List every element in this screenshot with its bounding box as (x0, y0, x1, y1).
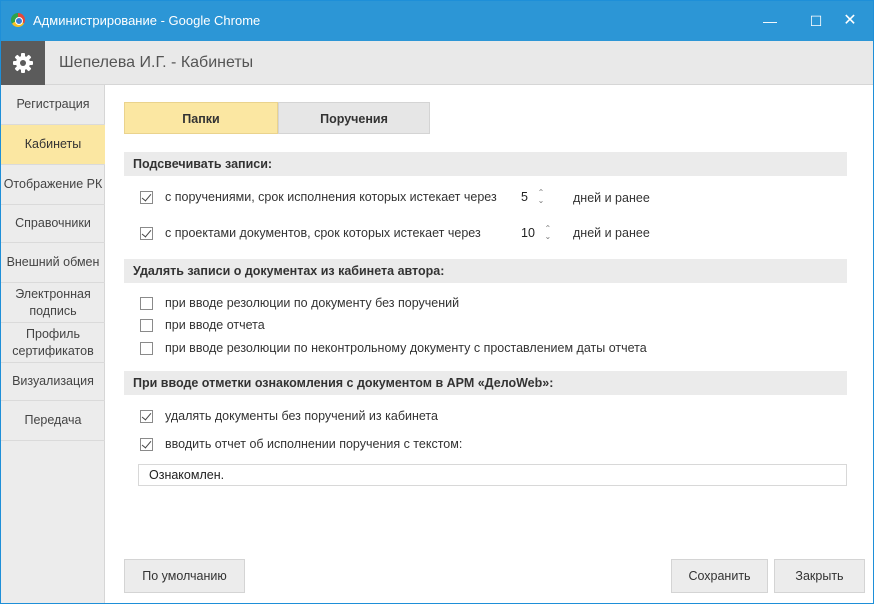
ack-delete-docs-checkbox[interactable] (140, 409, 153, 423)
section-delete-header: Удалять записи о документах из кабинета … (124, 259, 847, 283)
assignments-days-stepper[interactable]: 5 ⌃ ⌄ (521, 186, 546, 208)
sidebar-item-cert-profile[interactable]: Профиль сертификатов (1, 323, 105, 363)
section-highlight-header: Подсвечивать записи: (124, 152, 847, 176)
ack-row-delete-docs: удалять документы без поручений из кабин… (140, 406, 438, 426)
highlight-assignments-label: с поручениями, срок исполнения которых и… (165, 190, 497, 204)
assignments-days-suffix: дней и ранее (573, 191, 650, 205)
section-ack-header: При вводе отметки ознакомления с докумен… (124, 371, 847, 395)
sidebar-item-transfer[interactable]: Передача (1, 401, 105, 441)
delete-resolution-label: при вводе резолюции по документу без пор… (165, 296, 460, 310)
highlight-assignments-checkbox[interactable] (140, 190, 153, 204)
window-title: Администрирование - Google Chrome (33, 13, 261, 28)
ack-report-text-label: вводить отчет об исполнении поручения с … (165, 437, 463, 451)
highlight-row-assignments: с поручениями, срок исполнения которых и… (140, 187, 497, 207)
ack-report-text-checkbox[interactable] (140, 437, 153, 451)
projects-days-stepper[interactable]: 10 ⌃ ⌄ (521, 222, 553, 244)
report-text-input[interactable]: Ознакомлен. (138, 464, 847, 486)
window-titlebar: Администрирование - Google Chrome — ☐ ✕ (1, 1, 873, 41)
projects-days-value: 10 (521, 226, 535, 240)
projects-days-suffix: дней и ранее (573, 226, 650, 240)
close-window-button[interactable]: ✕ (827, 1, 873, 41)
highlight-projects-checkbox[interactable] (140, 226, 153, 240)
delete-resolution-checkbox[interactable] (140, 296, 153, 310)
tab-bar: Папки Поручения (124, 102, 430, 134)
sidebar-item-visualization[interactable]: Визуализация (1, 363, 105, 401)
delete-row-report: при вводе отчета (140, 315, 265, 335)
delete-report-label: при вводе отчета (165, 318, 265, 332)
browser-window: Администрирование - Google Chrome — ☐ ✕ … (0, 0, 874, 604)
spinner-arrows-icon[interactable]: ⌃ ⌄ (543, 225, 553, 241)
ack-delete-docs-label: удалять документы без поручений из кабин… (165, 409, 438, 423)
highlight-projects-label: с проектами документов, срок которых ист… (165, 226, 481, 240)
delete-row-noncontrol: при вводе резолюции по неконтрольному до… (140, 338, 647, 358)
delete-report-checkbox[interactable] (140, 318, 153, 332)
spinner-arrows-icon[interactable]: ⌃ ⌄ (536, 189, 546, 205)
tab-assignments[interactable]: Поручения (278, 102, 430, 134)
sidebar-item-registration[interactable]: Регистрация (1, 85, 105, 125)
sidebar-item-rk-display[interactable]: Отображение РК (1, 165, 105, 205)
default-button[interactable]: По умолчанию (124, 559, 245, 593)
sidebar-item-cabinets[interactable]: Кабинеты (1, 125, 105, 165)
delete-noncontrol-label: при вводе резолюции по неконтрольному до… (165, 341, 647, 355)
sidebar-item-external-exchange[interactable]: Внешний обмен (1, 243, 105, 283)
tab-folders[interactable]: Папки (124, 102, 278, 134)
main-panel: Папки Поручения Подсвечивать записи: с п… (106, 85, 873, 603)
sidebar-item-e-signature[interactable]: Электронная подпись (1, 283, 105, 323)
save-button[interactable]: Сохранить (671, 559, 768, 593)
highlight-row-projects: с проектами документов, срок которых ист… (140, 223, 481, 243)
gear-icon (13, 53, 33, 73)
ack-row-report-text: вводить отчет об исполнении поручения с … (140, 434, 462, 454)
delete-row-resolution: при вводе резолюции по документу без пор… (140, 293, 459, 313)
settings-menu-button[interactable] (1, 41, 45, 85)
assignments-days-value: 5 (521, 190, 528, 204)
sidebar-item-references[interactable]: Справочники (1, 205, 105, 243)
minimize-button[interactable]: — (747, 1, 793, 41)
chrome-icon (11, 13, 25, 27)
delete-noncontrol-checkbox[interactable] (140, 341, 153, 355)
close-button[interactable]: Закрыть (774, 559, 865, 593)
app-header: Шепелева И.Г. - Кабинеты (1, 41, 873, 85)
sidebar-nav: Регистрация Кабинеты Отображение РК Спра… (1, 85, 105, 603)
page-title: Шепелева И.Г. - Кабинеты (59, 54, 254, 71)
